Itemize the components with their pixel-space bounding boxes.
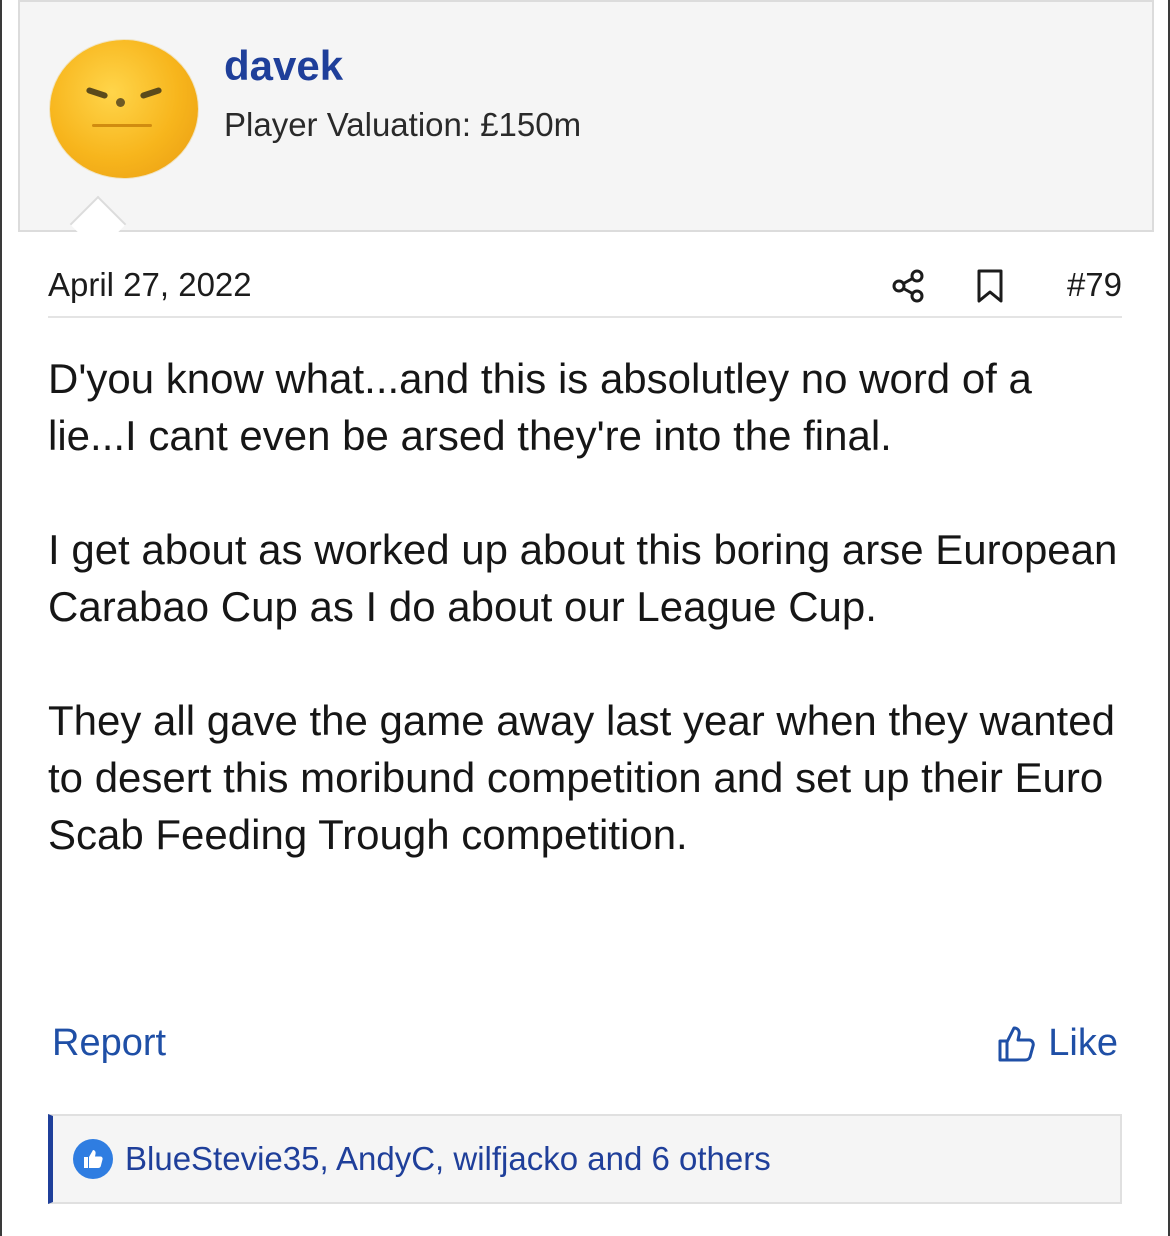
user-header: davek Player Valuation: £150m — [18, 0, 1154, 232]
post-meta-bar: April 27, 2022 #79 — [48, 262, 1122, 318]
like-reaction-icon — [73, 1139, 113, 1179]
post-container: davek Player Valuation: £150m April 27, … — [0, 0, 1170, 1236]
post-number-link[interactable]: #79 — [1067, 266, 1122, 304]
report-link[interactable]: Report — [52, 1022, 166, 1065]
post-paragraph: D'you know what...and this is absolutley… — [48, 355, 1032, 459]
reactions-bar[interactable]: BlueStevie35, AndyC, wilfjacko and 6 oth… — [48, 1114, 1122, 1204]
post-paragraph: I get about as worked up about this bori… — [48, 526, 1118, 630]
post-body: D'you know what...and this is absolutley… — [48, 350, 1128, 863]
user-title: Player Valuation: £150m — [224, 106, 582, 143]
reactions-list-link[interactable]: BlueStevie35, AndyC, wilfjacko and 6 oth… — [125, 1140, 771, 1178]
bookmark-icon[interactable] — [974, 268, 1006, 304]
username-link[interactable]: davek — [224, 42, 343, 90]
thumbs-up-icon — [998, 1026, 1036, 1061]
post-paragraph: They all gave the game away last year wh… — [48, 697, 1115, 858]
share-icon[interactable] — [890, 268, 926, 304]
post-date[interactable]: April 27, 2022 — [48, 266, 252, 304]
like-label: Like — [1048, 1022, 1118, 1064]
like-button[interactable]: Like — [996, 1022, 1118, 1065]
frame-border-left — [0, 0, 2, 1236]
avatar[interactable] — [50, 40, 198, 178]
